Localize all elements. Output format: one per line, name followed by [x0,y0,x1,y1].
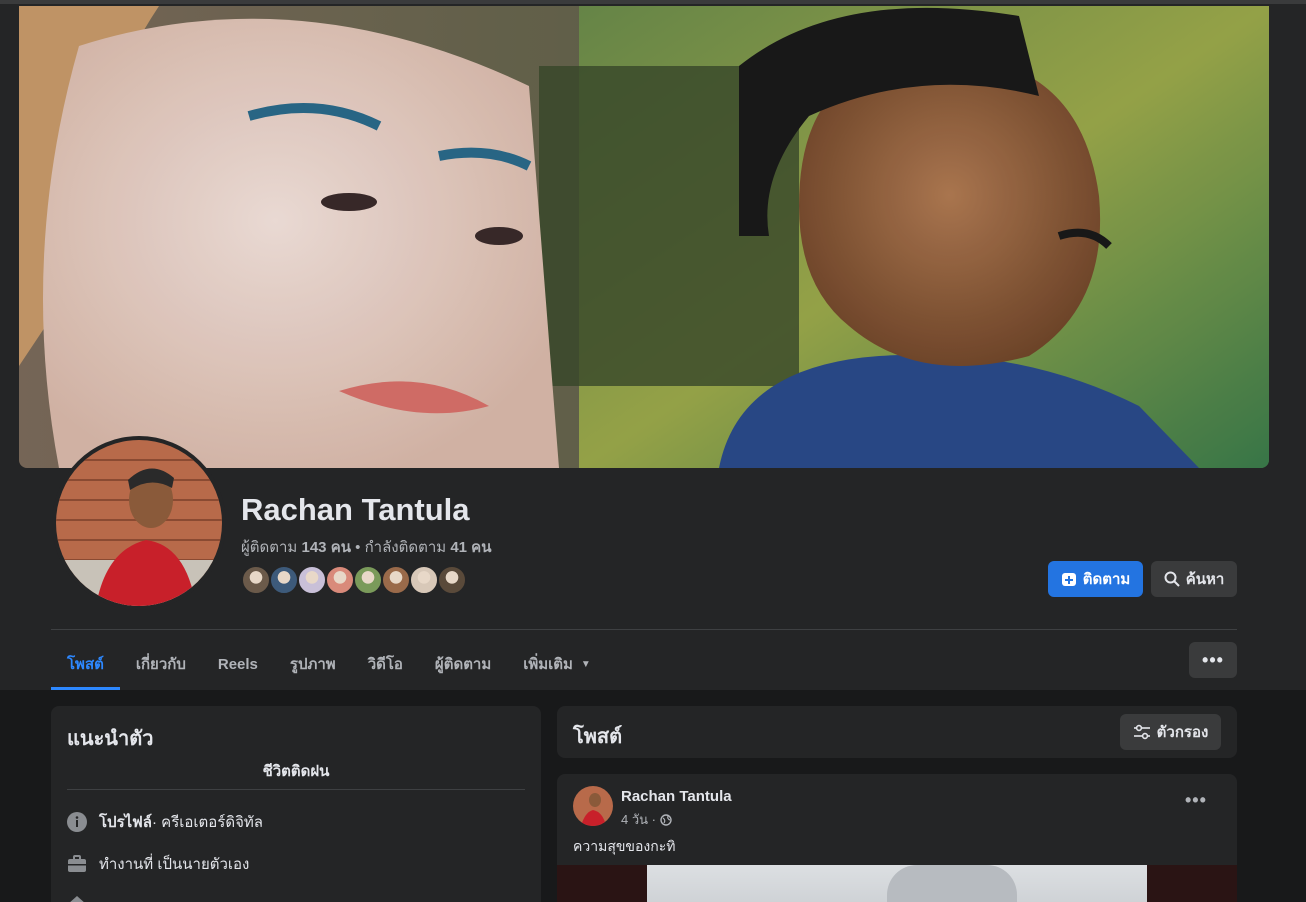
post-meta: 4 วัน · [621,809,672,830]
follow-plus-icon [1061,571,1077,587]
tab-5[interactable]: ผู้ติดตาม [419,638,507,690]
search-button-label: ค้นหา [1185,571,1225,588]
chevron-down-icon: ▼ [580,658,591,670]
tab-0[interactable]: โพสต์ [51,638,120,690]
follower-avatar[interactable] [269,565,299,595]
followers-label: ผู้ติดตาม [241,539,298,556]
cover-photo[interactable] [19,6,1269,468]
follower-avatar[interactable] [297,565,327,595]
follower-avatar[interactable] [381,565,411,595]
follower-avatar[interactable] [409,565,439,595]
post-text: ความสุขของกะทิ [573,838,676,854]
post-time[interactable]: 4 วัน · [621,809,656,830]
profile-avatar-image [56,440,222,606]
profile-avatar[interactable] [52,436,226,610]
intro-row-profile-bold: โปรไฟล์ [99,814,152,831]
follow-button-label: ติดตาม [1082,571,1131,588]
follower-avatars[interactable] [241,565,467,595]
follower-avatar[interactable] [353,565,383,595]
more-options-button[interactable]: ••• [1189,642,1237,678]
tab-2[interactable]: Reels [202,638,274,690]
following-label: • กำลังติดตาม [350,539,447,556]
intro-bio: ชีวิตติดฝน [262,763,330,780]
search-icon [1164,571,1180,587]
tab-label: วิดีโอ [367,656,403,673]
intro-divider [67,789,525,790]
follower-avatar[interactable] [325,565,355,595]
tab-label: รูปภาพ [289,656,336,673]
tab-label: โพสต์ [67,656,104,673]
profile-name: Rachan Tantula [241,492,470,527]
intro-row-profile: โปรไฟล์ · ครีเอเตอร์ดิจิทัล [67,810,263,834]
following-count[interactable]: 41 คน [450,539,491,556]
tab-label: Reels [217,655,258,673]
info-icon [67,812,87,832]
followers-count[interactable]: 143 คน [302,539,351,556]
tab-label: เพิ่มเติม [523,656,573,673]
tab-4[interactable]: วิดีโอ [352,638,419,690]
tab-label: ผู้ติดตาม [434,656,492,673]
tab-6[interactable]: เพิ่มเติม ▼ [507,638,607,690]
tab-1[interactable]: เกี่ยวกับ [120,638,202,690]
filter-icon [1133,724,1151,740]
tab-label: เกี่ยวกับ [135,656,186,673]
intro-title: แนะนำตัว [67,728,154,750]
header-divider [51,629,1237,630]
post-card: Rachan Tantula 4 วัน · ••• ความสุขของกะท… [557,774,1237,902]
post-media-image [647,865,1147,902]
profile-tabs: โพสต์ เกี่ยวกับ Reels รูปภาพ วิดีโอ ผู้ติดตาม… [51,638,607,690]
follower-avatar[interactable] [241,565,271,595]
post-author-name[interactable]: Rachan Tantula [621,788,732,805]
intro-row-partial [67,894,99,902]
posts-header: โพสต์ ตัวกรอง [557,706,1237,758]
intro-row-work-text: ทำงานที่ เป็นนายตัวเอง [99,856,250,873]
filter-button[interactable]: ตัวกรอง [1120,714,1221,750]
intro-card: แนะนำตัว ชีวิตติดฝน โปรไฟล์ · ครีเอเตอร์… [51,706,541,902]
post-media[interactable] [557,865,1237,902]
filter-button-label: ตัวกรอง [1156,724,1209,741]
follower-avatar[interactable] [437,565,467,595]
intro-row-profile-text: · ครีเอเตอร์ดิจิทัล [152,814,263,831]
tab-3[interactable]: รูปภาพ [274,638,352,690]
follow-stats: ผู้ติดตาม 143 คน • กำลังติดตาม 41 คน [241,535,491,559]
briefcase-icon [67,854,87,874]
cover-photo-image [19,6,1269,468]
posts-title: โพสต์ [573,726,623,748]
follow-button[interactable]: ติดตาม [1048,561,1143,597]
globe-icon [660,813,672,826]
intro-row-work: ทำงานที่ เป็นนายตัวเอง [67,852,249,876]
home-icon [67,894,87,902]
search-button[interactable]: ค้นหา [1151,561,1237,597]
post-menu-button[interactable]: ••• [1185,790,1207,811]
post-author-avatar[interactable] [573,786,613,826]
